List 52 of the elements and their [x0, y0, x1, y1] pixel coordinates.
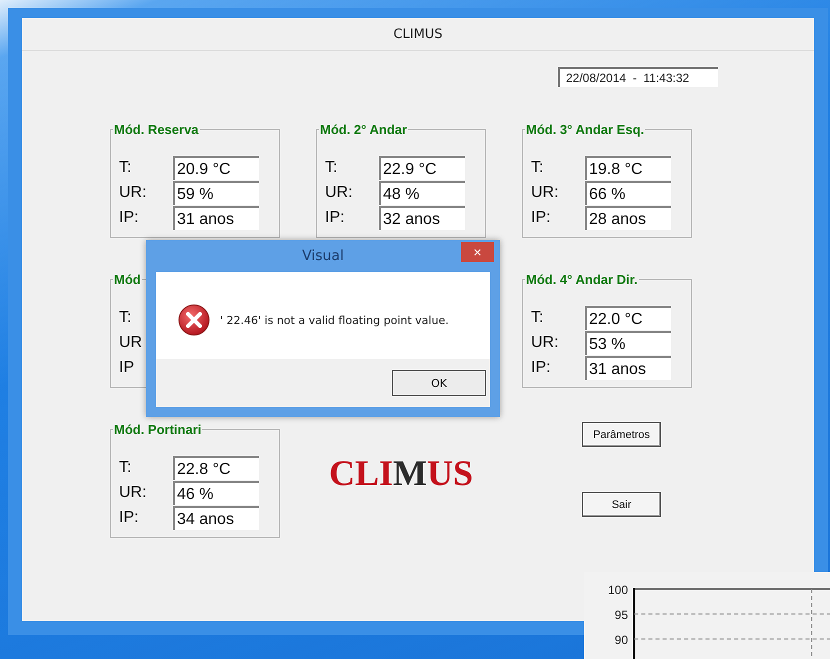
- module-title: Mód. 2° Andar: [319, 122, 408, 137]
- reading-label: UR:: [118, 184, 148, 202]
- reading-value: 28 anos: [585, 206, 671, 230]
- reading-label: IP:: [530, 208, 552, 226]
- logo: CLIMUS: [328, 452, 474, 492]
- module-title: Mód. Portinari: [113, 422, 202, 437]
- reading-label: IP:: [118, 208, 140, 226]
- reading-label: T:: [324, 158, 338, 176]
- reading-value: 53 %: [585, 330, 671, 354]
- reading-value: 59 %: [173, 180, 259, 204]
- reading-value: 20.9 °C: [173, 156, 259, 180]
- ok-button[interactable]: OK: [392, 370, 486, 396]
- reading-value: 48 %: [379, 180, 465, 204]
- reading-label: T:: [118, 158, 132, 176]
- window-title: CLIMUS: [22, 18, 814, 51]
- reading-label: IP:: [324, 208, 346, 226]
- module-title: Mód. 3° Andar Esq.: [525, 122, 646, 137]
- reading-value: 34 anos: [173, 506, 259, 530]
- reading-label: UR:: [530, 334, 560, 352]
- action-button[interactable]: Sair: [582, 492, 661, 517]
- datetime-field: 22/08/2014 - 11:43:32: [558, 67, 718, 87]
- module-title: Mód. Reserva: [113, 122, 200, 137]
- reading-value: 32 anos: [379, 206, 465, 230]
- reading-label: UR:: [324, 184, 354, 202]
- reading-value: 31 anos: [585, 356, 671, 380]
- axis-tick-label: 95: [614, 607, 628, 623]
- reading-value: 66 %: [585, 180, 671, 204]
- axis-tick-label: 90: [614, 632, 628, 648]
- close-button[interactable]: ×: [461, 242, 494, 262]
- module-title: Mód. 4° Andar Dir.: [525, 272, 639, 287]
- reading-label: IP: [118, 358, 136, 376]
- reading-label: IP:: [530, 358, 552, 376]
- reading-value: 22.0 °C: [585, 306, 671, 330]
- reading-label: T:: [530, 308, 544, 326]
- reading-label: UR:: [530, 184, 560, 202]
- error-icon: [178, 304, 210, 336]
- reading-value: 31 anos: [173, 206, 259, 230]
- reading-label: T:: [530, 158, 544, 176]
- reading-label: UR:: [118, 484, 148, 502]
- reading-value: 22.8 °C: [173, 456, 259, 480]
- reading-label: IP:: [118, 508, 140, 526]
- reading-label: UR: [118, 334, 144, 352]
- error-message: ' 22.46' is not a valid floating point value.: [220, 314, 449, 326]
- axis-tick-label: 100: [608, 582, 628, 598]
- reading-label: T:: [118, 458, 132, 476]
- reading-value: 46 %: [173, 480, 259, 504]
- module-title: Mód: [113, 272, 142, 287]
- reading-value: 22.9 °C: [379, 156, 465, 180]
- dialog-title: Visual: [302, 248, 344, 264]
- action-button[interactable]: Parâmetros: [582, 422, 661, 447]
- reading-label: T:: [118, 308, 132, 326]
- reading-value: 19.8 °C: [585, 156, 671, 180]
